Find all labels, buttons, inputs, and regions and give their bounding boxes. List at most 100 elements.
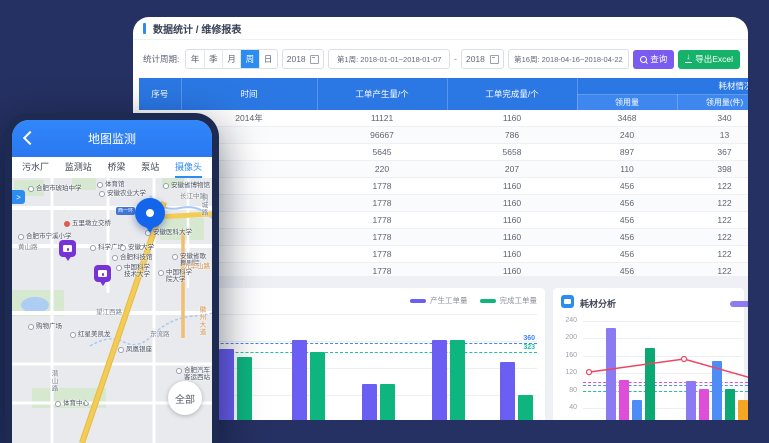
table-cell: 5645 [317, 144, 447, 161]
phone-page-title: 地图监测 [88, 130, 136, 147]
bar [450, 340, 465, 420]
bar [237, 357, 252, 421]
bar [362, 384, 377, 420]
phone-tab[interactable]: 污水厂 [22, 157, 49, 178]
breadcrumb: 数据统计 / 维修报表 [153, 21, 241, 36]
phone-header: 地图监测 [12, 120, 212, 157]
map-label: 五里墩立交桥 [64, 220, 111, 227]
bar [645, 348, 655, 420]
map-label: 红星美凯龙 [70, 331, 111, 338]
map-label: 科学广场 [90, 244, 124, 251]
phone-tab[interactable]: 监测站 [65, 157, 92, 178]
export-button-label: 导出Excel [695, 53, 733, 65]
end-year-value: 2018 [466, 54, 485, 64]
table-cell: 13 [677, 127, 748, 144]
ref-line-label: 360 [523, 335, 535, 342]
table-cell: 1160 [447, 195, 577, 212]
map-label: 黄山路 [18, 244, 38, 251]
table-cell: 1778 [317, 212, 447, 229]
legend-item: 产生工单量 [410, 295, 468, 306]
map-label: 合肥市宁溪小学 [18, 233, 72, 240]
bar [606, 328, 616, 420]
map-label: 安徽省博物馆 [163, 182, 210, 189]
filter-bar: 统计周期: 年季月周日 2018 第1周: 2018-01-01~2018-01… [133, 40, 748, 78]
y-tick-label: 80 [555, 387, 577, 394]
phone-tab[interactable]: 泵站 [141, 157, 159, 178]
map-label: 凤凰银座 [118, 346, 152, 353]
start-year-select[interactable]: 2018 [282, 49, 325, 69]
table-row: 56455658897367124129 [139, 144, 748, 161]
map-label: 体育中心 [55, 400, 89, 407]
chart-title: 耗材分析 [580, 297, 616, 310]
map-label: 合肥汽车 客运西站 [176, 367, 210, 381]
map-label: 九华山路 [184, 263, 210, 270]
bar [219, 349, 234, 420]
consumables-chart-panel: 耗材分析 2402001601208040 [553, 288, 744, 420]
export-excel-button[interactable]: 导出Excel [678, 50, 740, 69]
camera-marker[interactable] [94, 265, 111, 282]
breadcrumb-accent [143, 23, 146, 34]
bar [292, 340, 307, 420]
y-tick-label: 120 [555, 369, 577, 376]
selected-camera-pin[interactable] [135, 198, 165, 228]
legend-item: 完成工单量 [480, 295, 538, 306]
map-expander-button[interactable]: > [12, 190, 25, 204]
bar [725, 389, 735, 420]
period-option[interactable]: 季 [205, 50, 223, 68]
start-week-value: 第1周: 2018-01-01~2018-01-07 [337, 54, 441, 65]
camera-marker[interactable] [59, 240, 76, 257]
column-header: 工单产生量/个 [317, 78, 447, 110]
bar [686, 381, 696, 420]
phone-screen: 地图监测 污水厂监测站桥梁泵站摄像头 [12, 120, 212, 443]
map-view[interactable]: > 西一环 全部 合肥市琥珀中学体育馆安徽农业大学安徽省博物馆长江中路五里墩立交… [12, 178, 212, 443]
period-option[interactable]: 周 [241, 50, 259, 68]
period-option[interactable]: 月 [223, 50, 241, 68]
bar [738, 400, 748, 420]
chart-legend: 产生工单量 完成工单量 [410, 295, 537, 306]
table-cell: 1778 [317, 229, 447, 246]
phone-tab[interactable]: 桥梁 [107, 157, 125, 178]
period-option[interactable]: 日 [260, 50, 277, 68]
phone-mockup: 地图监测 污水厂监测站桥梁泵站摄像头 [5, 113, 219, 443]
bar [712, 361, 722, 420]
bar [699, 389, 709, 420]
phone-tab-bar: 污水厂监测站桥梁泵站摄像头 [12, 157, 212, 179]
map-label: 潜山路 [50, 370, 57, 393]
end-year-select[interactable]: 2018 [461, 49, 504, 69]
phone-tab[interactable]: 摄像头 [175, 157, 202, 178]
table-cell: 456 [577, 178, 677, 195]
back-icon[interactable] [23, 131, 37, 145]
map-label: 安徽大学 [120, 244, 154, 251]
table-cell: 122 [677, 195, 748, 212]
column-header: 时间 [181, 78, 317, 110]
table-row: 177811604561227967 [139, 246, 748, 263]
ref-line-label: 323 [523, 344, 535, 351]
bar [432, 340, 447, 420]
map-label: 桐城路 [200, 194, 207, 217]
table-row: 177811604561227967 [139, 195, 748, 212]
legend-swatch-clipped [730, 301, 748, 307]
bar [632, 400, 642, 420]
start-week-input[interactable]: 第1周: 2018-01-01~2018-01-07 [328, 49, 450, 69]
table-cell: 456 [577, 195, 677, 212]
map-label: 中国科学 技术大学 [116, 264, 150, 278]
end-week-input[interactable]: 第16周: 2018-04-16~2018-04-22 [508, 49, 630, 69]
table-cell: 367 [677, 144, 748, 161]
period-option[interactable]: 年 [186, 50, 204, 68]
table-cell: 3468 [577, 110, 677, 127]
table-cell: 1778 [317, 246, 447, 263]
table-cell: 110 [577, 161, 677, 178]
table-cell: 1778 [317, 195, 447, 212]
map-label: 望江西路 [96, 309, 122, 316]
y-tick-label: 200 [555, 334, 577, 341]
map-label: 东流路 [150, 331, 170, 338]
column-header: 序号 [139, 78, 181, 110]
bar [619, 380, 629, 420]
search-button[interactable]: 查询 [633, 50, 674, 69]
report-window: 数据统计 / 维修报表 统计周期: 年季月周日 2018 第1周: 2018-0… [133, 17, 748, 420]
table-cell: 96667 [317, 127, 447, 144]
column-header: 工单完成量/个 [447, 78, 577, 110]
table-cell: 1160 [447, 212, 577, 229]
calendar-icon [310, 55, 319, 64]
map-all-button[interactable]: 全部 [168, 381, 202, 415]
